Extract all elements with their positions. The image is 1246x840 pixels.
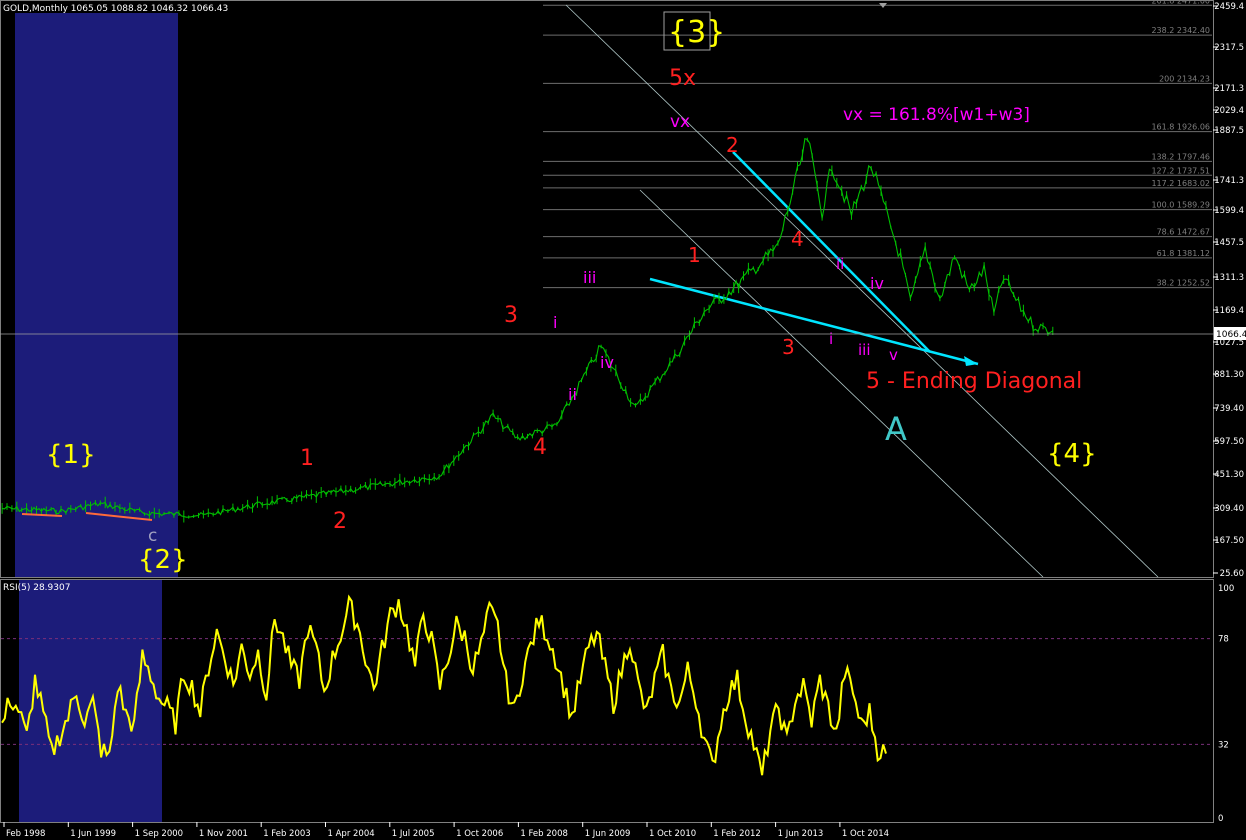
fib-level-label: 117.2 1683.02 <box>1151 179 1210 188</box>
wave-label: iv <box>870 274 884 293</box>
wave-label: 5 - Ending Diagonal <box>866 369 1082 394</box>
fib-level-label: 78.6 1472.67 <box>1157 228 1210 237</box>
date-tick-label: 1 Oct 2010 <box>649 829 696 839</box>
wave-label: 4 <box>533 435 547 460</box>
current-price-label: 1066.4 <box>1216 330 1246 340</box>
rsi-tick-label: 100 <box>1218 584 1234 594</box>
date-tick-label: 1 Sep 2000 <box>135 829 183 839</box>
price-tick-label: 309.40 <box>1214 504 1244 514</box>
price-tick-label: 1599.4 <box>1214 206 1244 216</box>
price-tick-label: 1457.5 <box>1214 238 1244 248</box>
fib-level-label: 238.2 2342.40 <box>1151 26 1210 35</box>
wave-label: 3 <box>504 303 518 328</box>
wave-label: 5x <box>669 66 696 91</box>
date-tick-label: 1 Feb 2003 <box>263 829 311 839</box>
wave-label: 3 <box>782 335 795 359</box>
price-tick-label: 739.40 <box>1214 404 1244 414</box>
fib-level-label: 138.2 1797.46 <box>1151 152 1210 161</box>
fib-level-label: 38.2 1252.52 <box>1157 279 1210 288</box>
wave-label: v <box>889 346 898 364</box>
price-tick-label: 2171.3 <box>1214 84 1244 94</box>
highlight-period-main <box>15 13 178 578</box>
rsi-panel-frame <box>0 579 1214 823</box>
rsi-header: RSI(5) 28.9307 <box>3 583 70 593</box>
wave-label: {3} <box>668 15 725 50</box>
fib-level-label: 100.0 1589.29 <box>1151 201 1210 210</box>
main-panel-frame <box>0 0 1214 578</box>
wave-label: vx <box>670 112 690 132</box>
wave-label: iv <box>600 353 614 372</box>
wave-labels: {3}5xvx vx = 161.8%[w1+w3]2143iiiiiiiv34i… <box>46 11 1097 575</box>
wave-label: 4 <box>791 227 804 251</box>
channel-line-upper <box>565 4 1159 578</box>
date-tick-label: Feb 1998 <box>6 829 45 839</box>
price-tick-label: 881.30 <box>1214 370 1244 380</box>
price-tick-label: 2317.5 <box>1214 43 1244 53</box>
date-tick-label: 1 Oct 2006 <box>456 829 503 839</box>
wave-label: i <box>829 330 833 348</box>
date-tick-label: 1 Nov 2001 <box>199 829 248 839</box>
date-tick-label: 1 Jul 2005 <box>392 829 435 839</box>
price-tick-label: 1741.3 <box>1214 176 1244 186</box>
wave-label: iii <box>583 268 596 287</box>
date-tick-label: 1 Oct 2014 <box>842 829 889 839</box>
wave-label: {1} <box>46 440 96 470</box>
date-tick-label: 1 Feb 2008 <box>520 829 568 839</box>
price-tick-label: 1311.3 <box>1214 273 1244 283</box>
price-tick-label: 451.30 <box>1214 470 1244 480</box>
wave-label: c <box>148 526 157 546</box>
price-tick-label: 2459.4 <box>1214 2 1244 12</box>
wave-label: ii <box>568 385 577 404</box>
wave-label: 1 <box>300 446 314 471</box>
rsi-series <box>1 594 1212 776</box>
fib-level-label: 200 2134.23 <box>1159 74 1210 83</box>
wave-label: iii <box>858 341 871 359</box>
trend-channel <box>565 4 1159 578</box>
date-tick-label: 1 Jun 1999 <box>70 829 116 839</box>
wave-label: vx = 161.8%[w1+w3] <box>843 105 1030 125</box>
price-tick-label: 597.50 <box>1214 437 1244 447</box>
wave-label: 2 <box>726 133 739 157</box>
date-tick-label: 1 Jun 2013 <box>778 829 824 839</box>
rsi-tick-label: 0 <box>1218 814 1223 824</box>
wave-label: i <box>553 313 557 332</box>
chart-canvas: 261.8 2471.00238.2 2342.40200 2134.23161… <box>0 0 1246 839</box>
axes: 2459.4 2317.5 2171.3 2029.4 1887.5 1741.3 1599… <box>3 2 1244 839</box>
fib-level-label: 61.8 1381.12 <box>1157 249 1210 258</box>
price-tick-label: 2029.4 <box>1214 106 1244 116</box>
wave-label: {2} <box>138 545 188 575</box>
date-tick-label: 1 Apr 2004 <box>328 829 375 839</box>
wave-label: 2 <box>333 509 347 534</box>
fibonacci-levels: 261.8 2471.00238.2 2342.40200 2134.23161… <box>543 0 1212 289</box>
fib-level-label: 161.8 1926.06 <box>1151 123 1210 132</box>
fib-level-label: 261.8 2471.00 <box>1151 0 1210 5</box>
rsi-tick-label: 78 <box>1218 635 1229 645</box>
wave-label: A <box>885 410 907 448</box>
fib-level-label: 127.2 1737.51 <box>1151 166 1210 175</box>
date-tick-label: 1 Feb 2012 <box>713 829 761 839</box>
rsi-tick-label: 32 <box>1218 740 1229 750</box>
price-tick-label: 25.60 <box>1220 569 1244 579</box>
wave-label: {4} <box>1047 439 1097 469</box>
price-tick-label: 1169.4 <box>1214 306 1244 316</box>
price-tick-label: 167.50 <box>1214 536 1244 546</box>
price-tick-label: 1887.5 <box>1214 126 1244 136</box>
date-tick-label: 1 Jun 2009 <box>585 829 631 839</box>
wave-label: ii <box>836 255 844 273</box>
chart-header: GOLD,Monthly 1065.05 1088.82 1046.32 106… <box>3 4 228 14</box>
wave-label: 1 <box>688 243 701 267</box>
